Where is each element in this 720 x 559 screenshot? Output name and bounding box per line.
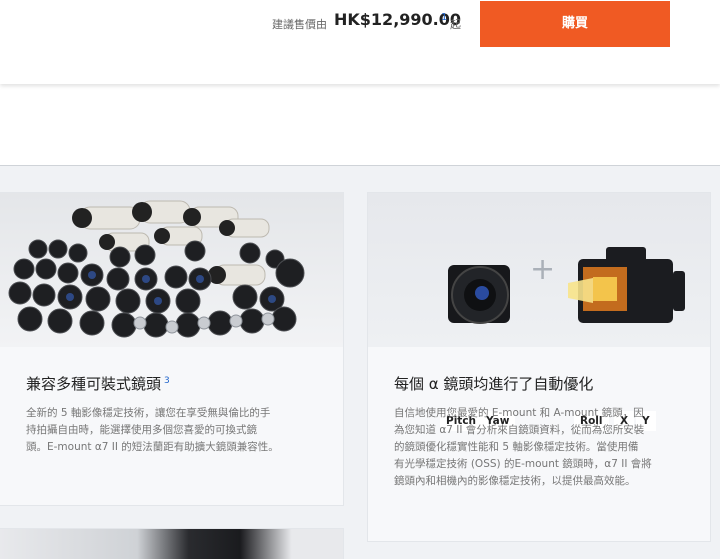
- price-label: 建議售價由: [272, 18, 327, 31]
- plus-icon: +: [530, 252, 556, 287]
- card-description-line: 頭。E-mount α7 II 的短法蘭距有助擴大鏡頭兼容性。: [26, 441, 279, 453]
- card-title: 兼容多種可裝式鏡頭 3: [26, 373, 170, 394]
- buy-button[interactable]: 購買: [480, 1, 670, 47]
- card-description-line: 為您知道 α7 II 會分析來自鏡頭資料，從而為您所安裝: [394, 424, 645, 436]
- section-divider: [0, 165, 720, 166]
- price-suffix: 起: [450, 18, 461, 31]
- card-description: 自信地使用您最愛的 E-mount 和 A-mount 鏡頭，因 為您知道 α7…: [394, 405, 686, 490]
- card-description-line: 的鏡頭優化穩實性能和 5 軸影像穩定技術。當使用備: [394, 441, 639, 453]
- card-description-line: 持拍攝自由時，能選擇使用多個您喜愛的可換式鏡: [26, 424, 257, 436]
- feature-card-partial: [0, 529, 343, 559]
- feature-card-auto-optimize: Pitch Yaw Roll X Y 每個 α 鏡頭均進行了自動優化 自信地使用…: [368, 193, 710, 541]
- card-title: 每個 α 鏡頭均進行了自動優化: [394, 373, 593, 394]
- price-bar: 建議售價由 HK$12,990.00 1 起 購買: [0, 0, 720, 84]
- feature-card-lens-compat: 兼容多種可裝式鏡頭 3 全新的 5 軸影像穩定技術，讓您在享受無與倫比的手 持拍攝…: [0, 193, 343, 505]
- card-title-text: 兼容多種可裝式鏡頭: [26, 375, 162, 393]
- card-description-line: 全新的 5 軸影像穩定技術，讓您在享受無與倫比的手: [26, 407, 271, 419]
- card-description-line: 鏡頭內和相機內的影像穩定技術，以提供最高效能。: [394, 475, 636, 487]
- card-title-footnote-link[interactable]: 3: [164, 376, 170, 386]
- lens-collection-photo-icon: [0, 193, 343, 347]
- card-description-line: 有光學穩定技術 (OSS) 的E-mount 鏡頭時，α7 II 會將: [394, 458, 652, 470]
- camera-photo-icon: [0, 529, 343, 559]
- card-title-text: 每個 α 鏡頭均進行了自動優化: [394, 375, 594, 393]
- card-description-line: 自信地使用您最愛的 E-mount 和 A-mount 鏡頭，因: [394, 407, 644, 419]
- card-description: 全新的 5 軸影像穩定技術，讓您在享受無與倫比的手 持拍攝自由時，能選擇使用多個…: [26, 405, 318, 456]
- spacer-band: [0, 84, 720, 166]
- price-footnote-link[interactable]: 1: [441, 12, 447, 23]
